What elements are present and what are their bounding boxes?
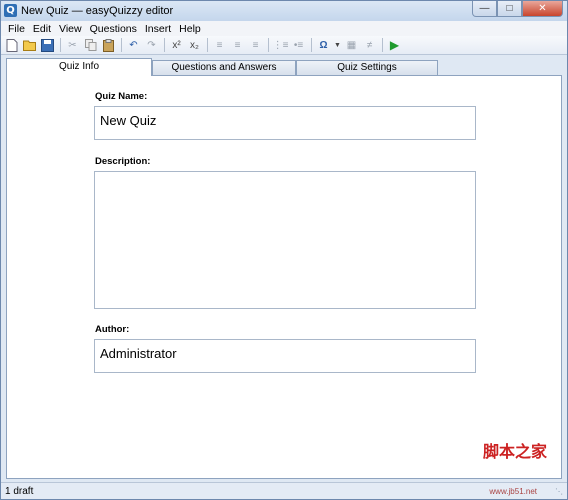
subscript-icon[interactable]: x₂ bbox=[186, 37, 203, 53]
numbered-list-icon[interactable]: ⋮≡ bbox=[272, 37, 289, 53]
author-label: Author: bbox=[95, 324, 130, 335]
copy-icon[interactable] bbox=[82, 37, 99, 53]
chevron-down-icon[interactable]: ▼ bbox=[333, 37, 342, 53]
align-left-icon[interactable]: ≡ bbox=[211, 37, 228, 53]
menu-file[interactable]: File bbox=[4, 23, 29, 35]
insert-table-icon[interactable]: ▦ bbox=[343, 37, 360, 53]
watermark-url: www.jb51.net bbox=[489, 487, 537, 496]
redo-icon[interactable]: ↷ bbox=[143, 37, 160, 53]
bullet-list-icon[interactable]: •≡ bbox=[290, 37, 307, 53]
menu-questions[interactable]: Questions bbox=[86, 23, 141, 35]
special-character-icon[interactable]: Ω bbox=[315, 37, 332, 53]
app-icon: Q bbox=[4, 4, 17, 17]
tab-quiz-info[interactable]: Quiz Info bbox=[6, 58, 152, 76]
undo-icon[interactable]: ↶ bbox=[125, 37, 142, 53]
window-title: New Quiz — easyQuizzy editor bbox=[21, 5, 174, 17]
status-text: 1 draft bbox=[5, 486, 34, 497]
play-preview-icon[interactable]: ▶ bbox=[386, 37, 403, 53]
tab-strip: Quiz Info Questions and Answers Quiz Set… bbox=[6, 58, 562, 76]
open-folder-icon[interactable] bbox=[21, 37, 38, 53]
toolbar: ✂ ↶ ↷ x² x₂ ≡ ≡ ≡ ⋮≡ •≡ Ω ▼ ▦ ≠ ▶ bbox=[1, 36, 567, 55]
author-input[interactable]: Administrator bbox=[94, 339, 476, 373]
align-center-icon[interactable]: ≡ bbox=[229, 37, 246, 53]
status-bar: 1 draft www.jb51.net ⋱ bbox=[1, 482, 567, 499]
tab-quiz-settings[interactable]: Quiz Settings bbox=[296, 60, 438, 75]
quiz-name-label: Quiz Name: bbox=[95, 91, 148, 102]
title-bar[interactable]: Q New Quiz — easyQuizzy editor — □ ✕ bbox=[1, 1, 567, 21]
maximize-icon: □ bbox=[506, 3, 513, 14]
app-window: Q New Quiz — easyQuizzy editor — □ ✕ Fil… bbox=[0, 0, 568, 500]
paste-icon[interactable] bbox=[100, 37, 117, 53]
clear-format-icon[interactable]: ≠ bbox=[361, 37, 378, 53]
cut-icon[interactable]: ✂ bbox=[64, 37, 81, 53]
menu-edit[interactable]: Edit bbox=[29, 23, 55, 35]
minimize-icon: — bbox=[479, 3, 490, 14]
minimize-button[interactable]: — bbox=[472, 1, 497, 17]
description-input[interactable] bbox=[94, 171, 476, 309]
quiz-name-input[interactable]: New Quiz bbox=[94, 106, 476, 140]
close-icon: ✕ bbox=[538, 3, 547, 14]
menu-view[interactable]: View bbox=[55, 23, 86, 35]
align-right-icon[interactable]: ≡ bbox=[247, 37, 264, 53]
menu-help[interactable]: Help bbox=[175, 23, 205, 35]
save-icon[interactable] bbox=[39, 37, 56, 53]
new-document-icon[interactable] bbox=[3, 37, 20, 53]
watermark-logo: 脚本之家 bbox=[482, 442, 547, 461]
close-button[interactable]: ✕ bbox=[522, 1, 563, 17]
superscript-icon[interactable]: x² bbox=[168, 37, 185, 53]
maximize-button[interactable]: □ bbox=[497, 1, 522, 17]
menu-insert[interactable]: Insert bbox=[141, 23, 175, 35]
menu-bar: File Edit View Questions Insert Help bbox=[1, 21, 567, 36]
quiz-info-panel: Quiz Name: New Quiz Description: Author:… bbox=[6, 75, 562, 479]
description-label: Description: bbox=[95, 156, 151, 167]
tab-questions-and-answers[interactable]: Questions and Answers bbox=[152, 60, 296, 75]
resize-grip-icon[interactable]: ⋱ bbox=[555, 487, 565, 497]
